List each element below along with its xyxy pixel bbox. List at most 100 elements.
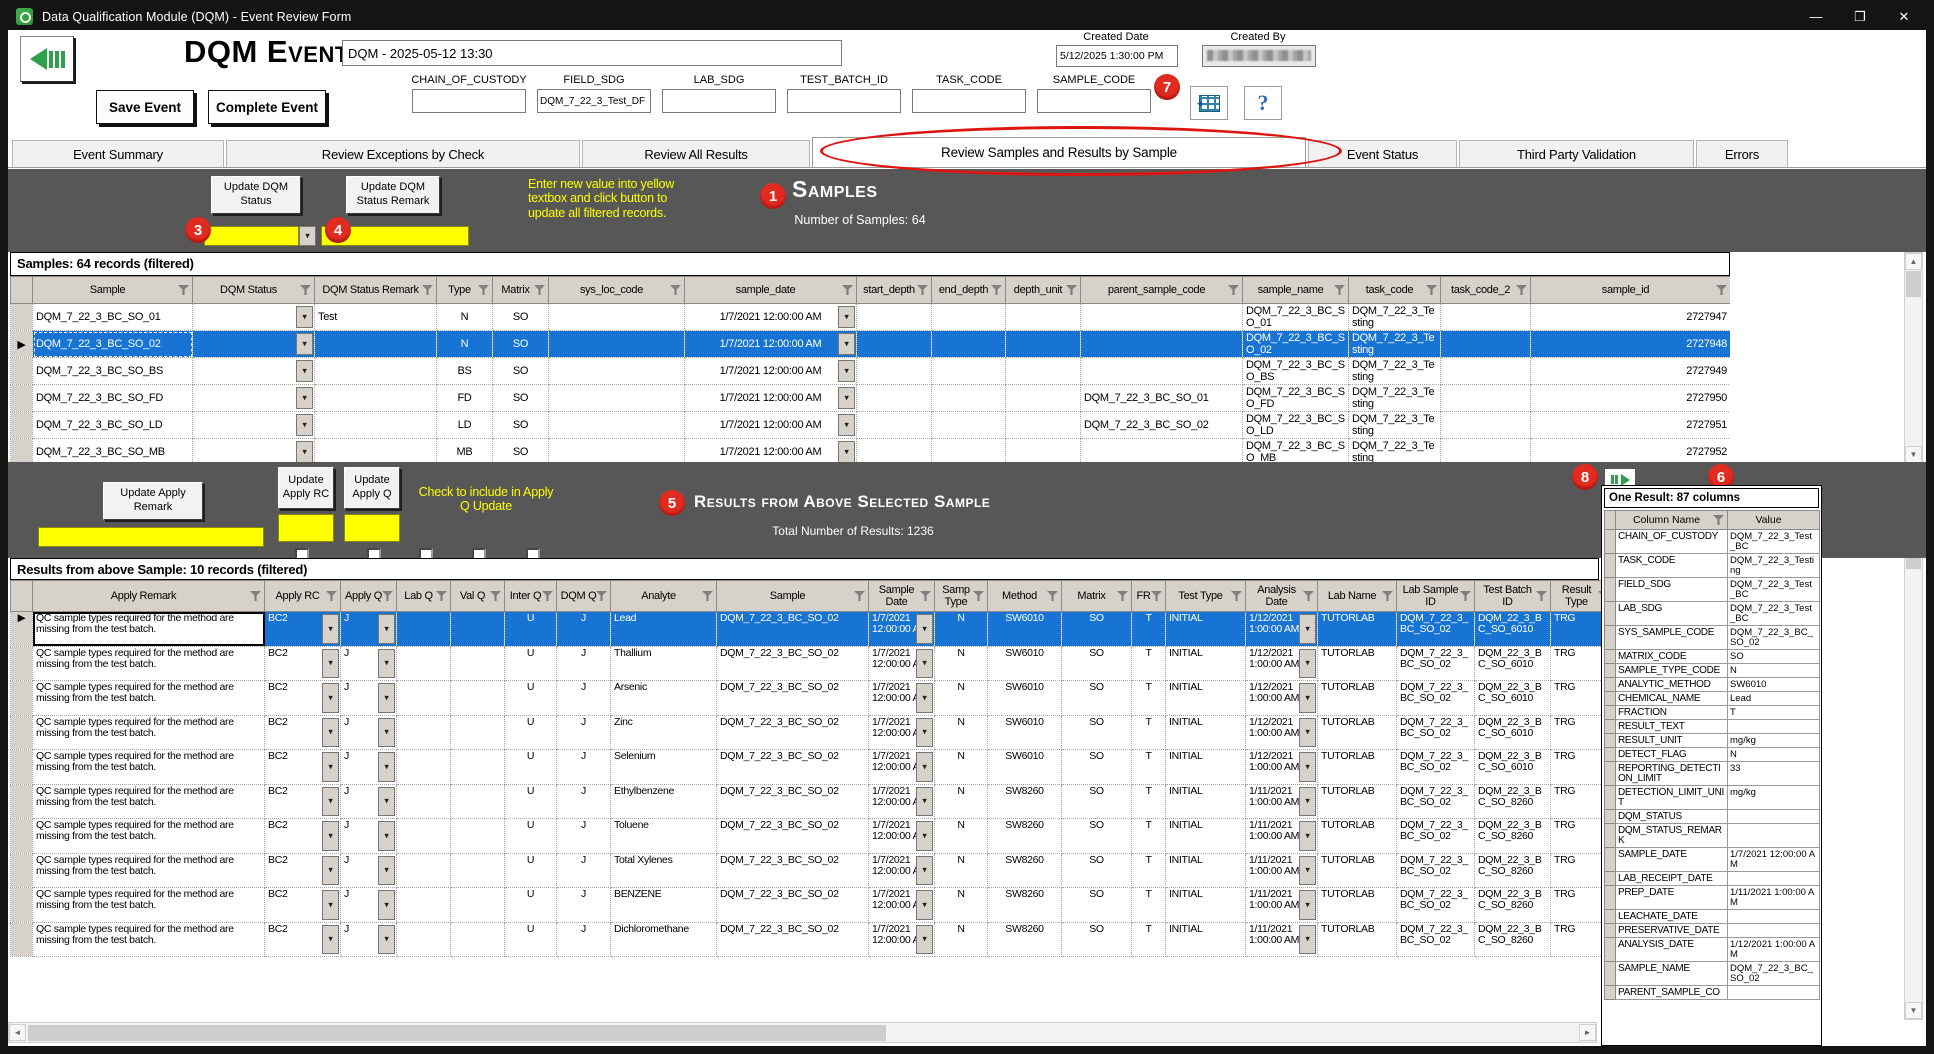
chevron-down-icon[interactable] — [296, 414, 313, 436]
results-cell-dqm_q[interactable]: J — [557, 888, 611, 923]
samples-cell-start[interactable] — [857, 331, 932, 358]
results-cell-remark[interactable]: QC sample types required for the method … — [33, 888, 265, 923]
chevron-down-icon[interactable] — [916, 821, 933, 851]
results-cell-apply_rc[interactable]: BC2 — [265, 681, 341, 716]
filter-icon[interactable] — [920, 591, 931, 601]
scroll-down-icon[interactable]: ▼ — [1905, 446, 1922, 463]
results-cell-dqm_q[interactable]: J — [557, 922, 611, 957]
created-by-input[interactable] — [1202, 45, 1316, 67]
test-batch-id-input[interactable] — [787, 89, 901, 113]
results-cell-lab_name[interactable]: TUTORLAB — [1318, 819, 1397, 854]
one-result-cell-name[interactable]: SAMPLE_DATE — [1616, 848, 1728, 872]
save-event-button[interactable]: Save Event — [96, 90, 194, 124]
samples-row-selector[interactable] — [11, 412, 33, 439]
results-header-test_type[interactable]: Test Type — [1166, 581, 1246, 612]
results-cell-lab_q[interactable] — [397, 681, 451, 716]
results-cell-method[interactable]: SW6010 — [988, 646, 1062, 681]
results-cell-method[interactable]: SW6010 — [988, 612, 1062, 647]
chevron-down-icon[interactable] — [322, 683, 339, 713]
chevron-down-icon[interactable] — [378, 683, 395, 713]
samples-cell-unit[interactable] — [1006, 304, 1081, 331]
samples-cell-task[interactable]: DQM_7_22_3_Testing — [1349, 412, 1441, 439]
one-result-cell-name[interactable]: PARENT_SAMPLE_CO — [1616, 986, 1728, 1000]
scroll-left-icon[interactable]: ◄ — [9, 1024, 26, 1041]
samples-cell-parent[interactable]: DQM_7_22_3_BC_SO_01 — [1081, 385, 1243, 412]
update-apply-q-button[interactable]: Update Apply Q — [344, 467, 400, 509]
one-result-row-selector[interactable] — [1605, 602, 1616, 626]
tab-review-all-results[interactable]: Review All Results — [582, 140, 810, 167]
samples-row-selector[interactable] — [11, 439, 33, 465]
one-result-cell-value[interactable]: DQM_7_22_3_Test_BC — [1728, 578, 1820, 602]
one-result-row-selector[interactable] — [1605, 578, 1616, 602]
one-result-cell-value[interactable] — [1728, 924, 1820, 938]
field-sdg-input[interactable] — [537, 89, 651, 113]
samples-cell-name[interactable]: DQM_7_22_3_BC_SO_LD — [1243, 412, 1349, 439]
chevron-down-icon[interactable] — [1299, 821, 1316, 851]
results-header-inter_q[interactable]: Inter Q — [505, 581, 557, 612]
results-cell-fr[interactable]: T — [1132, 612, 1166, 647]
results-corner-header[interactable] — [11, 581, 33, 612]
one-result-cell-name[interactable]: CHAIN_OF_CUSTODY — [1616, 530, 1728, 554]
one-result-cell-name[interactable]: ANALYTIC_METHOD — [1616, 678, 1728, 692]
results-cell-remark[interactable]: QC sample types required for the method … — [33, 646, 265, 681]
samples-row-selector[interactable] — [11, 385, 33, 412]
one-result-cell-value[interactable]: DQM_7_22_3_Test_BC — [1728, 602, 1820, 626]
apply-remark-input[interactable] — [38, 527, 264, 547]
results-cell-apply_rc[interactable]: BC2 — [265, 888, 341, 923]
samples-cell-unit[interactable] — [1006, 412, 1081, 439]
scroll-down-icon[interactable]: ▼ — [1905, 1002, 1922, 1019]
apply-rc-input[interactable] — [278, 514, 334, 542]
one-result-cell-value[interactable]: 33 — [1728, 762, 1820, 786]
samples-cell-date[interactable]: 1/7/2021 12:00:00 AM — [685, 385, 857, 412]
results-cell-method[interactable]: SW6010 — [988, 681, 1062, 716]
filter-icon[interactable] — [1382, 591, 1393, 601]
one-result-header-column-name[interactable]: Column Name — [1616, 511, 1728, 530]
samples-cell-task2[interactable] — [1441, 331, 1531, 358]
tab-review-samples-and-results-by-sample[interactable]: Review Samples and Results by Sample — [812, 137, 1306, 167]
chevron-down-icon[interactable] — [838, 414, 855, 436]
chevron-down-icon[interactable] — [916, 752, 933, 782]
one-result-row-selector[interactable] — [1605, 938, 1616, 962]
samples-cell-task[interactable]: DQM_7_22_3_Testing — [1349, 385, 1441, 412]
samples-cell-task2[interactable] — [1441, 412, 1531, 439]
chevron-down-icon[interactable] — [322, 925, 339, 955]
results-cell-dqm_q[interactable]: J — [557, 681, 611, 716]
samples-cell-sys_loc[interactable] — [549, 358, 685, 385]
results-cell-test_batch_id[interactable]: DQM_22_3_BC_SO_8260 — [1475, 853, 1551, 888]
results-cell-analyte[interactable]: Dichloromethane — [611, 922, 717, 957]
one-result-cell-name[interactable]: TASK_CODE — [1616, 554, 1728, 578]
results-cell-val_q[interactable] — [451, 750, 505, 785]
update-apply-remark-button[interactable]: Update Apply Remark — [103, 482, 203, 520]
results-cell-lab_name[interactable]: TUTORLAB — [1318, 612, 1397, 647]
results-cell-analysis_date[interactable]: 1/11/2021 1:00:00 AM — [1246, 922, 1318, 957]
scroll-up-icon[interactable]: ▲ — [1905, 253, 1922, 270]
one-result-cell-name[interactable]: SAMPLE_NAME — [1616, 962, 1728, 986]
tab-third-party-validation[interactable]: Third Party Validation — [1459, 140, 1694, 167]
samples-cell-unit[interactable] — [1006, 331, 1081, 358]
results-cell-fr[interactable]: T — [1132, 646, 1166, 681]
samples-header-sample[interactable]: Sample — [33, 277, 193, 304]
results-cell-lab_name[interactable]: TUTORLAB — [1318, 681, 1397, 716]
results-header-apply_rc[interactable]: Apply RC — [265, 581, 341, 612]
filter-icon[interactable] — [1047, 591, 1058, 601]
results-header-remark[interactable]: Apply Remark — [33, 581, 265, 612]
chevron-down-icon[interactable] — [322, 752, 339, 782]
chevron-down-icon[interactable] — [916, 683, 933, 713]
chevron-down-icon[interactable] — [378, 752, 395, 782]
samples-cell-matrix[interactable]: SO — [493, 358, 549, 385]
results-header-lab_sample_id[interactable]: Lab Sample ID — [1397, 581, 1475, 612]
samples-cell-matrix[interactable]: SO — [493, 385, 549, 412]
results-cell-analysis_date[interactable]: 1/12/2021 1:00:00 AM — [1246, 612, 1318, 647]
samples-cell-start[interactable] — [857, 358, 932, 385]
filter-icon[interactable] — [300, 285, 311, 295]
samples-cell-end[interactable] — [932, 358, 1006, 385]
samples-cell-id[interactable]: 2727949 — [1531, 358, 1731, 385]
samples-header-remark[interactable]: DQM Status Remark — [315, 277, 437, 304]
results-header-analyte[interactable]: Analyte — [611, 581, 717, 612]
samples-row-selector[interactable] — [11, 358, 33, 385]
samples-cell-sys_loc[interactable] — [549, 412, 685, 439]
samples-header-parent[interactable]: parent_sample_code — [1081, 277, 1243, 304]
samples-cell-unit[interactable] — [1006, 358, 1081, 385]
samples-header-name[interactable]: sample_name — [1243, 277, 1349, 304]
chevron-down-icon[interactable] — [1299, 787, 1316, 817]
